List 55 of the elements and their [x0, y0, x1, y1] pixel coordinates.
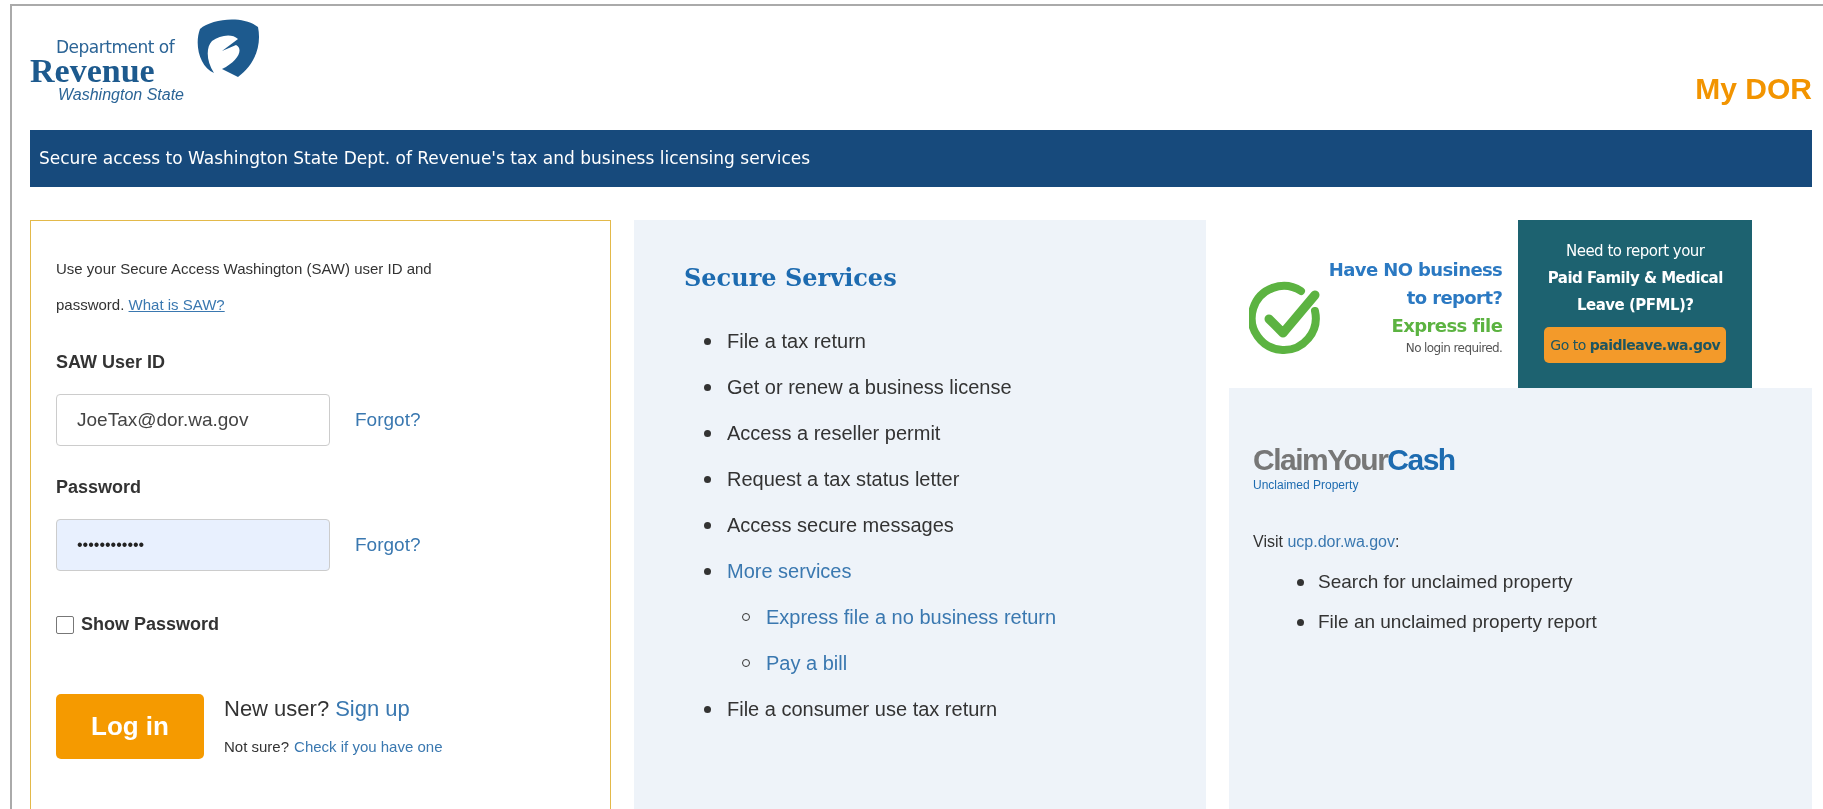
logo[interactable]: Department of Revenue Washington State — [30, 3, 262, 104]
promo-text: to report? — [1406, 286, 1503, 310]
new-user-text: New user? — [224, 695, 330, 723]
bullet-icon — [1297, 618, 1304, 626]
bullet-icon — [704, 475, 711, 483]
bullet-icon — [704, 383, 711, 391]
promo-text: Need to report your — [1565, 241, 1705, 262]
visit-text: Visit ucp.dor.wa.gov: — [1253, 532, 1401, 552]
logo-subtitle: Unclaimed Property — [1253, 477, 1360, 494]
banner-text: Secure access to Washington State Dept. of Revenue's tax and business licensing services — [39, 146, 811, 170]
logo-text: Department of — [55, 39, 176, 56]
logo-text: Revenue — [30, 56, 155, 86]
forgot-link[interactable]: Forgot? — [355, 530, 421, 560]
intro-text: Use your Secure Access Washington (SAW) user ID and password. What is SAW? — [56, 259, 433, 315]
field-label: SAW User ID — [56, 351, 167, 374]
sign-up-link[interactable]: Sign up — [335, 694, 410, 724]
service-link[interactable]: Express file a no business return — [766, 602, 1057, 632]
password-field[interactable]: •••••••••••• — [56, 519, 330, 571]
user-id-field[interactable]: JoeTax@dor.wa.gov — [56, 394, 330, 446]
bullet-icon — [1297, 578, 1304, 586]
section-heading: Secure Services — [684, 262, 898, 294]
service-item: Access secure messages — [727, 513, 954, 538]
list-item: File an unclaimed property report — [1318, 609, 1597, 634]
checkbox-label: Show Password — [81, 613, 220, 636]
forgot-link[interactable]: Forgot? — [355, 405, 421, 435]
bullet-icon — [704, 429, 711, 437]
promo-note: No login required. — [1405, 340, 1503, 356]
promo-text: Paid Family & Medical — [1547, 268, 1723, 289]
bullet-icon — [704, 337, 711, 345]
service-item: Request a tax status letter — [727, 467, 960, 492]
service-link[interactable]: Pay a bill — [766, 648, 848, 678]
service-link[interactable]: More services — [727, 556, 852, 586]
service-item: File a consumer use tax return — [727, 697, 998, 722]
promo-text: Express file — [1391, 314, 1503, 338]
pfml-button[interactable]: Go to paidleave.wa.gov — [1544, 327, 1727, 363]
logo-text: Cash — [1387, 444, 1455, 476]
service-item: File a tax return — [727, 329, 866, 354]
bullet-icon — [704, 705, 711, 713]
show-password-checkbox[interactable] — [56, 615, 74, 634]
not-sure-text: Not sure? — [224, 737, 290, 757]
service-item: Get or renew a business license — [727, 375, 1012, 400]
page-title: My DOR — [1695, 74, 1812, 104]
logo-text: ClaimYour — [1253, 444, 1388, 476]
list-item: Search for unclaimed property — [1318, 569, 1573, 594]
bullet-icon — [704, 521, 711, 529]
field-label: Password — [56, 476, 143, 499]
express-file-promo[interactable]: Have NO business to report? Express file No login required. — [1248, 220, 1503, 388]
check-account-link[interactable]: Check if you have one — [294, 736, 443, 759]
promo-text: Have NO business — [1328, 258, 1503, 282]
logo-text: Washington State — [57, 86, 184, 104]
what-is-saw-link[interactable]: What is SAW? — [128, 296, 225, 313]
ucp-link[interactable]: ucp.dor.wa.gov — [1287, 533, 1395, 550]
service-item: Access a reseller permit — [727, 421, 941, 446]
bullet-icon — [704, 567, 711, 575]
promo-text: Leave (PFML)? — [1576, 295, 1694, 316]
